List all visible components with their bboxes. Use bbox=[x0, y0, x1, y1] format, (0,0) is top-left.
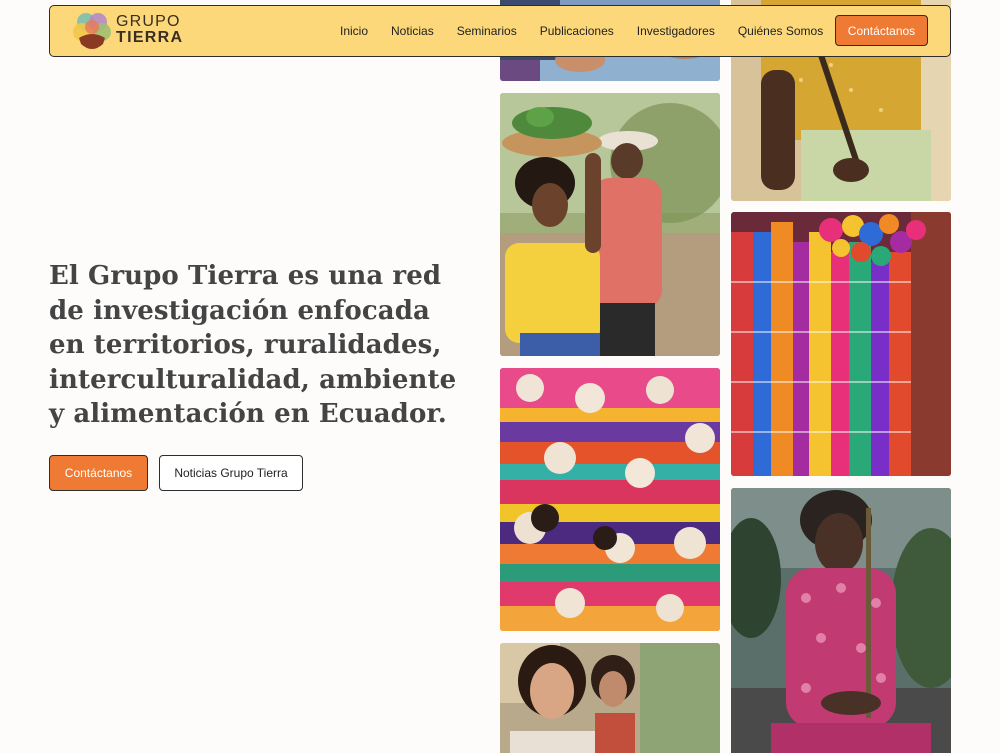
nav-link-investigadores[interactable]: Investigadores bbox=[637, 24, 715, 38]
photo-woman-with-basket bbox=[500, 93, 720, 356]
hero-contact-button[interactable]: Contáctanos bbox=[49, 455, 148, 491]
logo-icon[interactable] bbox=[72, 10, 112, 52]
nav-link-inicio[interactable]: Inicio bbox=[340, 24, 368, 38]
photo-textile-dolls bbox=[500, 368, 720, 631]
hero-title: El Grupo Tierra es una red de investigac… bbox=[49, 261, 457, 429]
nav-contact-button[interactable]: Contáctanos bbox=[835, 15, 928, 46]
nav-link-noticias[interactable]: Noticias bbox=[391, 24, 434, 38]
nav-links: Inicio Noticias Seminarios Publicaciones… bbox=[340, 6, 846, 55]
brand-name[interactable]: GRUPO TIERRA bbox=[116, 14, 183, 46]
photo-young-woman bbox=[500, 643, 720, 753]
photo-elderly-woman bbox=[731, 488, 951, 753]
photo-colorful-textiles bbox=[731, 212, 951, 476]
hero-news-button[interactable]: Noticias Grupo Tierra bbox=[159, 455, 303, 491]
nav-link-seminarios[interactable]: Seminarios bbox=[457, 24, 517, 38]
top-navbar: GRUPO TIERRA Inicio Noticias Seminarios … bbox=[49, 5, 951, 57]
brand-name-line1: GRUPO bbox=[116, 13, 181, 30]
nav-link-publicaciones[interactable]: Publicaciones bbox=[540, 24, 614, 38]
nav-link-quienes-somos[interactable]: Quiénes Somos bbox=[738, 24, 823, 38]
brand-name-line2: TIERRA bbox=[116, 29, 184, 46]
